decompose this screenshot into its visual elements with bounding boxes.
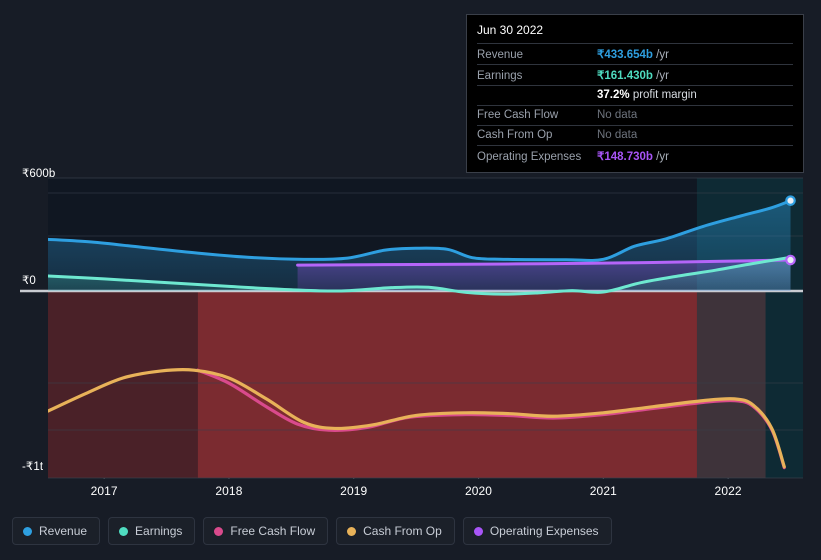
legend-item-operating-expenses[interactable]: Operating Expenses — [462, 517, 612, 545]
legend-color-dot — [119, 526, 129, 536]
tooltip-row: Revenue ₹433.654b /yr — [477, 43, 793, 64]
x-axis-tick-label: 2018 — [215, 484, 243, 498]
tooltip-row-key: Operating Expenses — [477, 151, 582, 163]
y-axis-tick-label: ₹0 — [22, 275, 36, 287]
shaded-region-negative-loss-band-main — [197, 291, 766, 478]
legend-item-free-cash-flow[interactable]: Free Cash Flow — [203, 517, 329, 545]
legend-label: Earnings — [135, 523, 183, 538]
legend-color-dot — [214, 526, 224, 536]
legend-color-dot — [473, 526, 483, 536]
tooltip-date: Jun 30 2022 — [477, 23, 544, 37]
x-axis-tick-label: 2017 — [90, 484, 118, 498]
x-axis-tick-label: 2020 — [464, 484, 493, 498]
tooltip-row-value: 37.2% profit margin — [597, 89, 697, 101]
legend-label: Cash From Op — [363, 523, 442, 538]
tooltip-row: Free Cash Flow No data — [477, 105, 793, 125]
end-marker-operating-expenses — [785, 254, 796, 266]
y-axis-tick-label: ₹600b — [22, 168, 56, 180]
tooltip-row: Operating Expenses ₹148.730b /yr — [477, 145, 793, 166]
tooltip-row: 37.2% profit margin — [477, 85, 793, 105]
tooltip-row-value: ₹161.430b /yr — [597, 70, 669, 82]
tooltip-row-value: ₹433.654b /yr — [597, 49, 669, 61]
tooltip-row-key: Cash From Op — [477, 129, 553, 141]
legend-label: Free Cash Flow — [230, 523, 316, 538]
tooltip-rows: Revenue ₹433.654b /yr Earnings ₹161.430b /y… — [477, 43, 793, 166]
legend-item-earnings[interactable]: Earnings — [108, 517, 196, 545]
x-axis-tick-label: 2021 — [589, 484, 617, 498]
tooltip-row-key: Earnings — [477, 70, 523, 82]
y-axis-tick-label: -₹1t — [22, 461, 44, 473]
tooltip-row: Cash From Op No data — [477, 125, 793, 145]
chart-legend: Revenue Earnings Free Cash Flow Cash From O… — [12, 517, 612, 545]
legend-color-dot — [23, 526, 32, 536]
chart-tooltip: Jun 30 2022 Revenue ₹433.654b /yr Earnings… — [466, 14, 804, 173]
tooltip-row-key: Free Cash Flow — [477, 109, 559, 121]
legend-item-cash-from-op[interactable]: Cash From Op — [336, 517, 455, 545]
tooltip-row-key: Revenue — [477, 49, 524, 61]
legend-label: Operating Expenses — [489, 523, 599, 538]
end-marker-revenue — [785, 195, 796, 206]
legend-color-dot — [347, 526, 357, 536]
shaded-region-negative-loss-band-early — [48, 291, 198, 478]
x-axis-tick-label: 2022 — [714, 484, 742, 498]
tooltip-row-value: ₹148.730b /yr — [597, 151, 669, 163]
tooltip-row-value: No data — [597, 129, 638, 141]
legend-label: Revenue — [39, 523, 88, 538]
x-axis-tick-label: 2019 — [340, 484, 368, 498]
tooltip-row: Earnings ₹161.430b /yr — [477, 64, 793, 85]
legend-item-revenue[interactable]: Revenue — [12, 517, 101, 545]
tooltip-row-value: No data — [597, 109, 638, 121]
